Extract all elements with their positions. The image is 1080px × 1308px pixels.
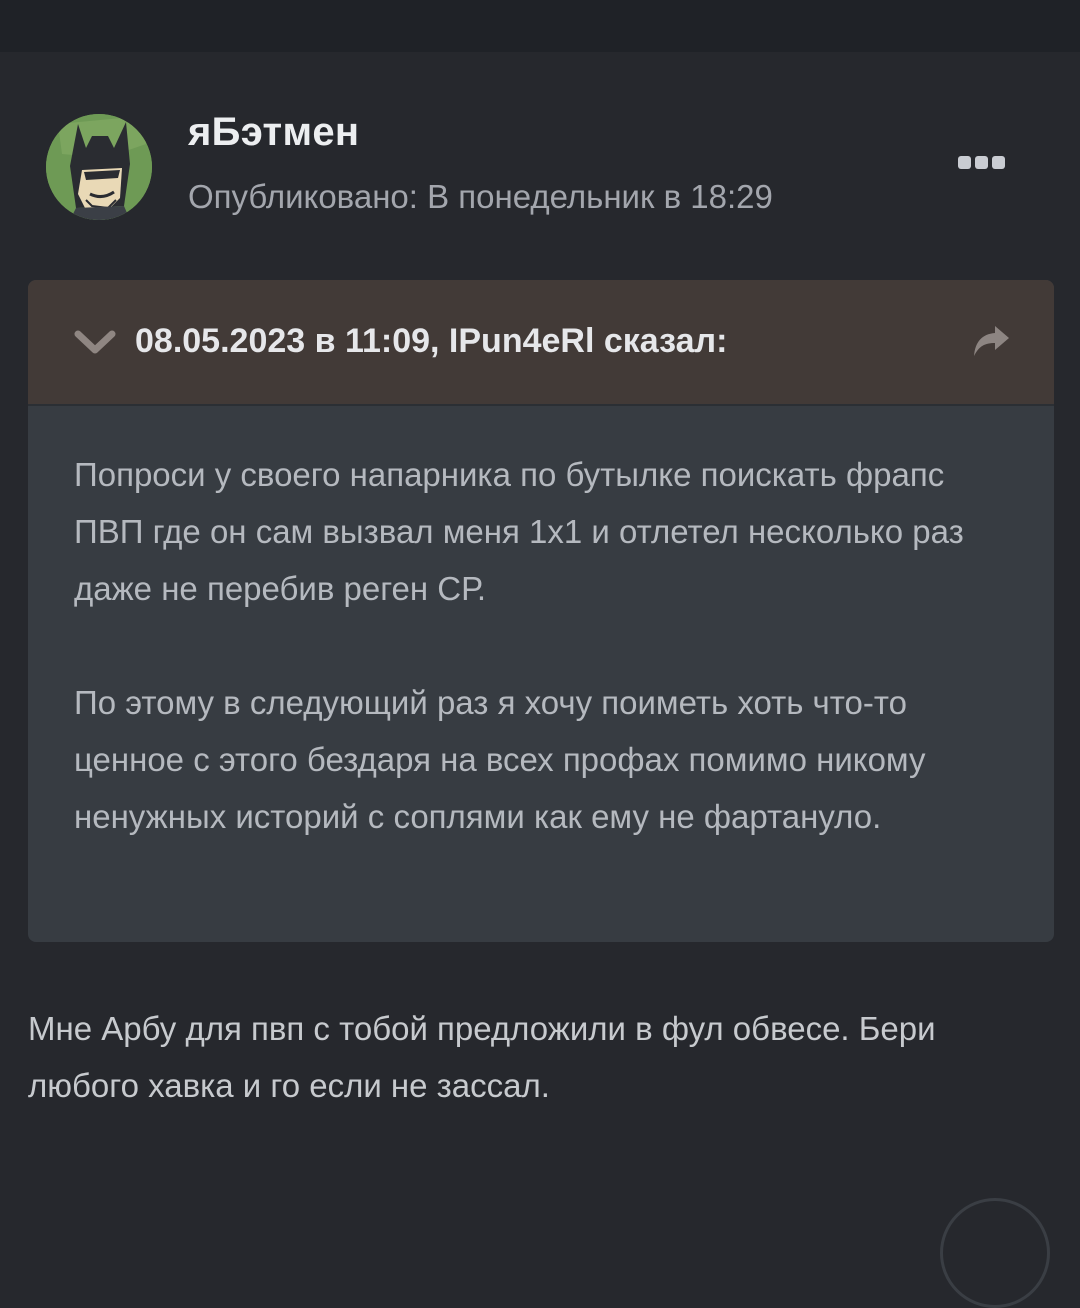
ellipsis-icon[interactable] (958, 152, 1008, 172)
post-timestamp: Опубликовано: В понедельник в 18:29 (188, 178, 773, 215)
quote-block: 08.05.2023 в 11:09, IPun4eRl сказал: Поп… (28, 280, 1054, 942)
dot (958, 155, 971, 169)
chevron-down-icon[interactable] (72, 326, 118, 356)
avatar[interactable] (46, 114, 152, 220)
dot (992, 155, 1005, 169)
reaction-button[interactable] (940, 1198, 1050, 1308)
post-text: Мне Арбу для пвп с тобой предложили в фу… (28, 1010, 936, 1104)
author-name[interactable]: яБэтмен (188, 110, 359, 155)
quote-attribution[interactable]: 08.05.2023 в 11:09, IPun4eRl сказал: (135, 322, 727, 361)
quote-paragraph: По этому в следующий раз я хочу поиметь … (74, 684, 926, 835)
quote-paragraph: Попроси у своего напарника по бутылке по… (74, 456, 964, 607)
post-body: Мне Арбу для пвп с тобой предложили в фу… (28, 1000, 1048, 1114)
quote-header: 08.05.2023 в 11:09, IPun4eRl сказал: (28, 280, 1054, 406)
batman-avatar-icon (46, 114, 152, 220)
dot (975, 155, 988, 169)
share-arrow-icon[interactable] (971, 324, 1011, 360)
top-bar (0, 0, 1080, 52)
quote-text: Попроси у своего напарника по бутылке по… (74, 446, 1014, 845)
